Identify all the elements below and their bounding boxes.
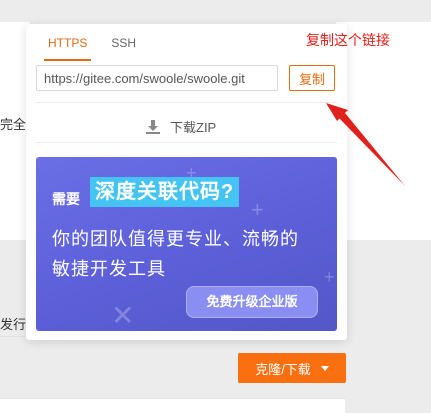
banner-line-1: 你的团队值得更专业、流畅的 — [52, 229, 299, 249]
decor-plus-icon: + — [324, 267, 335, 287]
decor-cross-icon: ✕ — [111, 300, 135, 331]
annotation-text: 复制这个链接 — [306, 32, 390, 48]
download-icon — [146, 119, 160, 134]
clone-popover: HTTPS SSH 复制 下载ZIP + + ✕ + 需要 深度关联代码? 你的… — [26, 24, 347, 340]
clone-download-label: 克隆/下载 — [255, 361, 311, 377]
download-zip-link[interactable]: 下载ZIP — [146, 117, 216, 136]
tab-https[interactable]: HTTPS — [36, 24, 99, 61]
repo-url-input[interactable] — [36, 65, 278, 91]
background-panel-right — [336, 22, 431, 240]
background-bottom-panel — [0, 398, 345, 413]
banner-highlight: 深度关联代码? — [90, 177, 240, 207]
download-zip-label: 下载ZIP — [170, 120, 217, 135]
divider — [36, 142, 336, 143]
banner-line-2: 敏捷开发工具 — [52, 259, 166, 279]
tab-ssh[interactable]: SSH — [99, 24, 148, 60]
clone-download-button[interactable]: 克隆/下载 — [238, 353, 346, 383]
promo-banner[interactable]: + + ✕ + 需要 深度关联代码? 你的团队值得更专业、流畅的 敏捷开发工具 … — [36, 157, 337, 331]
banner-prefix: 需要 — [52, 191, 80, 207]
background-text-fragment: 发行 — [0, 317, 27, 332]
decor-plus-icon: + — [251, 197, 264, 222]
copy-button[interactable]: 复制 — [289, 65, 335, 91]
protocol-tabs: HTTPS SSH — [36, 24, 336, 61]
upgrade-enterprise-button[interactable]: 免费升级企业版 — [186, 286, 318, 318]
divider — [36, 102, 336, 103]
caret-down-icon — [320, 365, 329, 371]
background-text-fragment: 完全 — [0, 117, 27, 132]
